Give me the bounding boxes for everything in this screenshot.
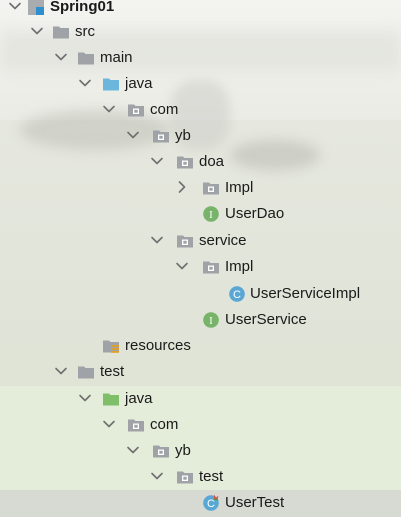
tree-item-package[interactable]: com — [0, 97, 401, 123]
class-icon — [228, 285, 246, 303]
tree-item-interface[interactable]: UserService — [0, 307, 401, 333]
tree-item-folder[interactable]: src — [0, 19, 401, 45]
chevron-down-icon[interactable] — [54, 50, 68, 64]
tree-item-label: java — [125, 390, 153, 407]
tree-item-package[interactable]: Impl — [0, 254, 401, 280]
tree-item-label: Impl — [225, 179, 254, 196]
chevron-right-icon[interactable] — [175, 180, 189, 194]
folder-icon — [77, 49, 95, 67]
tree-item-package[interactable]: yb — [0, 438, 401, 464]
test-class-icon — [202, 494, 220, 512]
project-tree: Spring01 src main java com yb doa Impl U… — [0, 0, 401, 517]
tree-item-label: yb — [175, 127, 191, 144]
tree-item-label: com — [150, 101, 179, 118]
package-icon — [176, 232, 194, 250]
chevron-down-icon[interactable] — [150, 469, 164, 483]
chevron-down-icon[interactable] — [30, 24, 44, 38]
tree-item-label: yb — [175, 442, 191, 459]
chevron-down-icon[interactable] — [102, 102, 116, 116]
tree-item-label: src — [75, 23, 95, 40]
package-icon — [152, 442, 170, 460]
tree-item-label: test — [100, 363, 125, 380]
package-icon — [202, 258, 220, 276]
interface-icon — [202, 205, 220, 223]
tree-item-package[interactable]: doa — [0, 149, 401, 175]
folder-icon — [52, 23, 70, 41]
tree-item-label: UserService — [225, 311, 307, 328]
package-icon — [152, 127, 170, 145]
tree-item-label: UserServiceImpl — [250, 285, 361, 302]
tree-item-label: Spring01 — [50, 0, 115, 15]
tree-item-test-class[interactable]: UserTest — [0, 490, 401, 516]
tree-item-label: resources — [125, 337, 191, 354]
tree-item-folder[interactable]: main — [0, 45, 401, 71]
tree-item-folder[interactable]: test — [0, 359, 401, 385]
tree-item-package[interactable]: Impl — [0, 175, 401, 201]
chevron-down-icon[interactable] — [102, 417, 116, 431]
test-folder-icon — [102, 390, 120, 408]
source-folder-icon — [102, 75, 120, 93]
tree-item-label: doa — [199, 153, 225, 170]
interface-icon — [202, 311, 220, 329]
chevron-down-icon[interactable] — [126, 443, 140, 457]
tree-item-label: main — [100, 49, 133, 66]
tree-item-interface[interactable]: UserDao — [0, 201, 401, 227]
tree-item-label: UserDao — [225, 205, 285, 222]
tree-item-class[interactable]: UserServiceImpl — [0, 281, 401, 307]
chevron-down-icon[interactable] — [126, 128, 140, 142]
tree-item-test-folder[interactable]: java — [0, 386, 401, 412]
chevron-down-icon[interactable] — [54, 364, 68, 378]
tree-item-label: UserTest — [225, 494, 285, 511]
package-icon — [127, 416, 145, 434]
tree-item-label: service — [199, 232, 247, 249]
tree-item-package[interactable]: com — [0, 412, 401, 438]
chevron-down-icon[interactable] — [78, 76, 92, 90]
chevron-down-icon[interactable] — [78, 391, 92, 405]
resources-folder-icon — [102, 337, 120, 355]
tree-item-label: test — [199, 468, 224, 485]
folder-icon — [77, 363, 95, 381]
tree-item-package[interactable]: test — [0, 464, 401, 490]
chevron-down-icon[interactable] — [150, 154, 164, 168]
tree-item-label: com — [150, 416, 179, 433]
package-icon — [176, 468, 194, 486]
package-icon — [202, 179, 220, 197]
tree-item-package[interactable]: service — [0, 228, 401, 254]
tree-item-package[interactable]: yb — [0, 123, 401, 149]
chevron-down-icon[interactable] — [150, 233, 164, 247]
chevron-down-icon[interactable] — [8, 0, 22, 13]
chevron-down-icon[interactable] — [175, 259, 189, 273]
tree-item-label: Impl — [225, 258, 254, 275]
tree-item-label: java — [125, 75, 153, 92]
module-icon — [27, 0, 45, 16]
tree-item-resources[interactable]: resources — [0, 333, 401, 359]
tree-item-module[interactable]: Spring01 — [0, 0, 401, 20]
package-icon — [176, 153, 194, 171]
package-icon — [127, 101, 145, 119]
tree-item-source-folder[interactable]: java — [0, 71, 401, 97]
